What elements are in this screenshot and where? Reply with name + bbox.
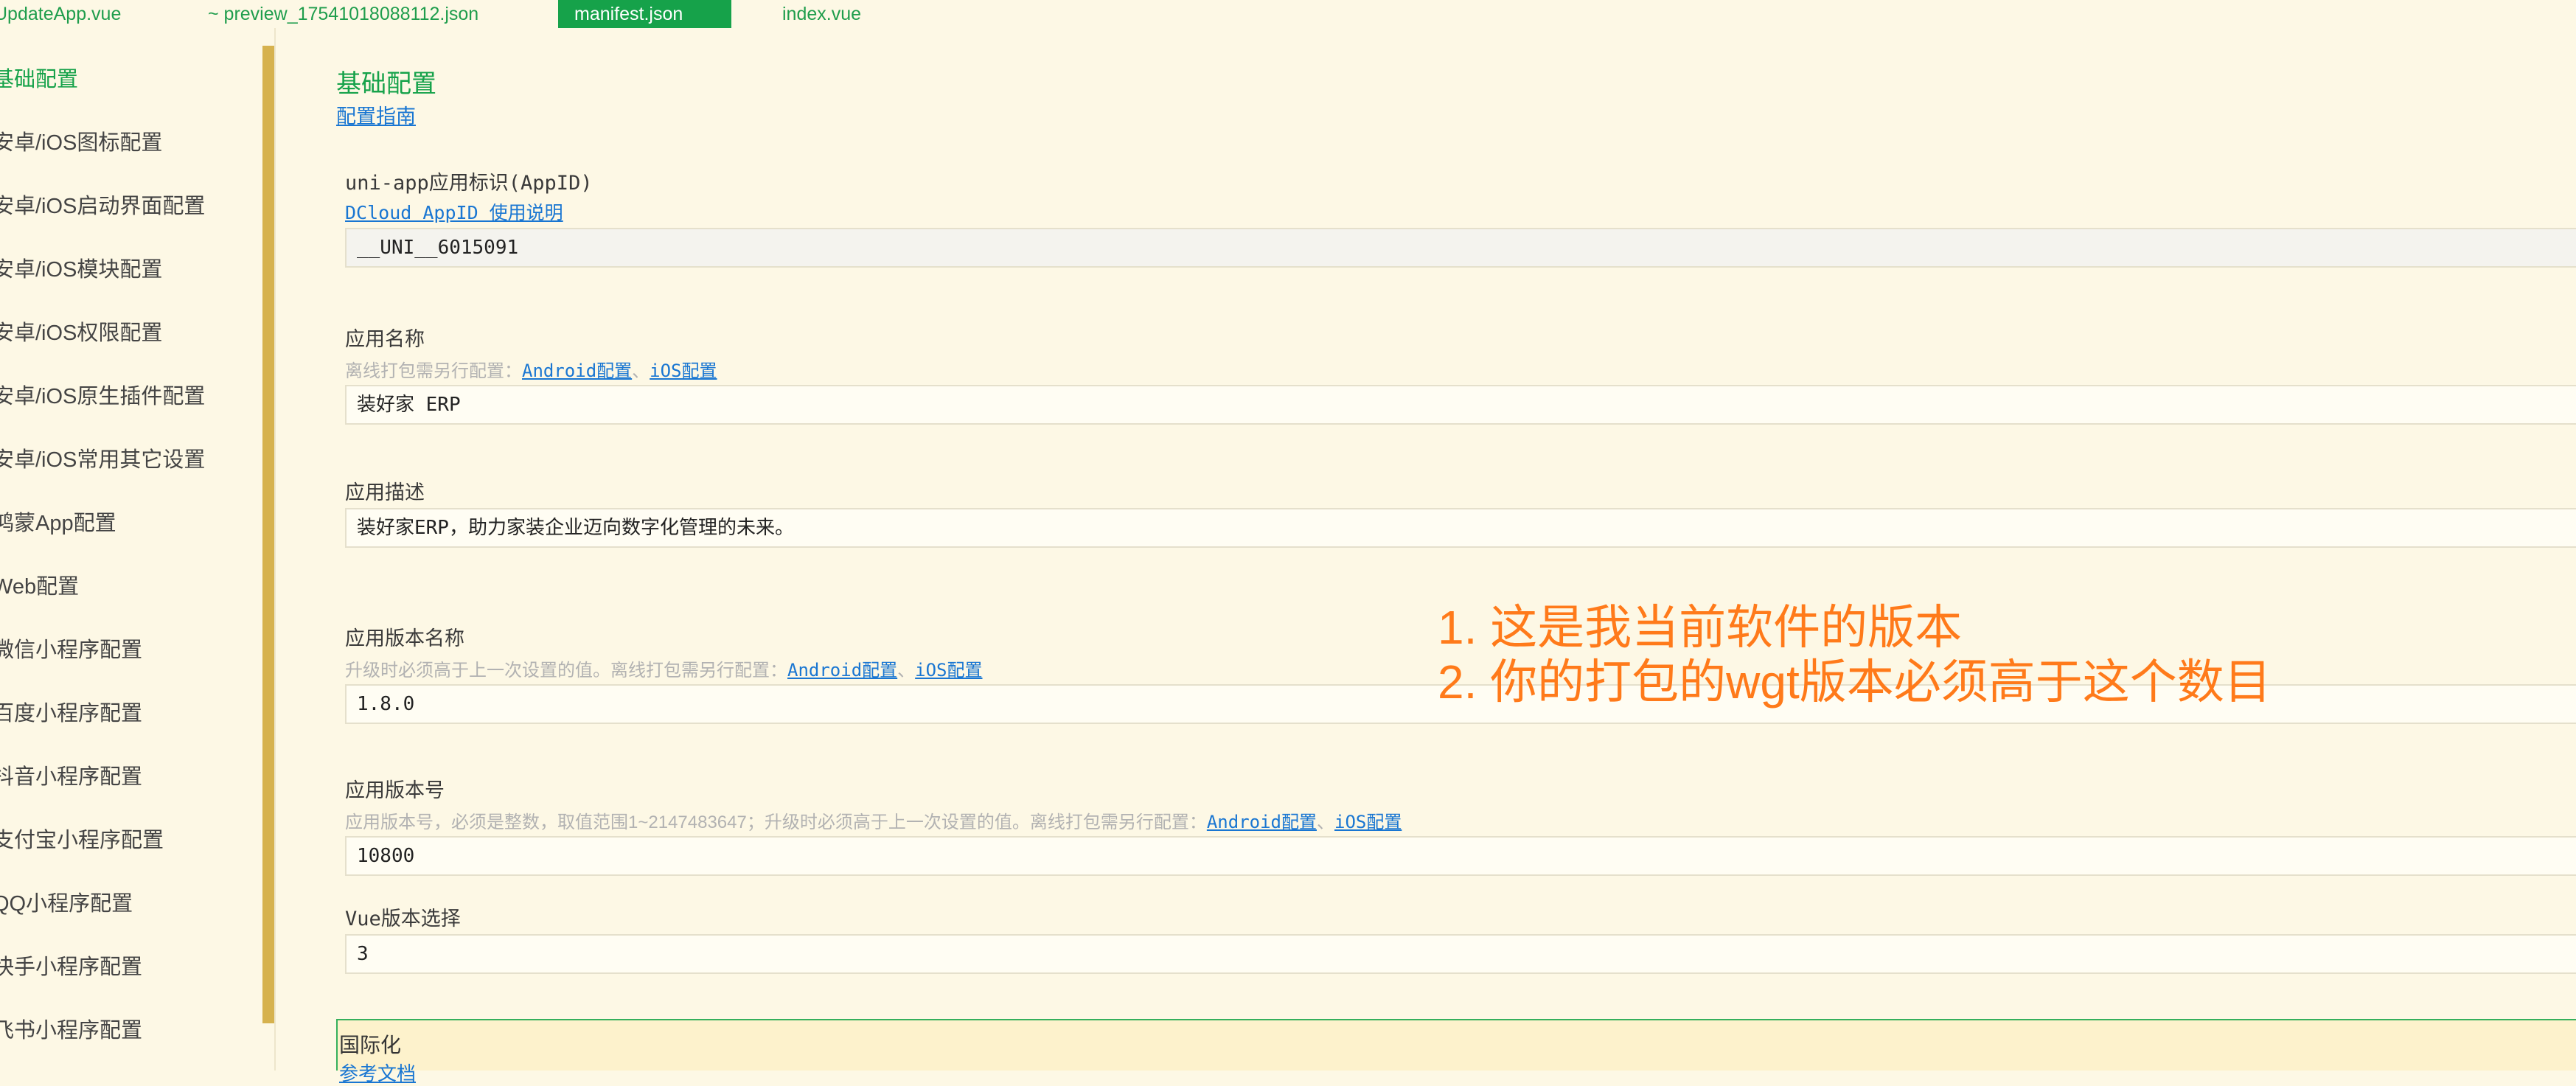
tab-index-vue[interactable]: index.vue <box>782 0 861 28</box>
app-desc-field: 应用描述 装好家ERP，助力家装企业迈向数字化管理的未来。 <box>345 476 2576 548</box>
main-content: 基础配置 配置指南 uni-app应用标识(AppID) DCloud AppI… <box>336 28 2576 1085</box>
config-sidebar: 基础配置 安卓/iOS图标配置 安卓/iOS启动界面配置 安卓/iOS模块配置 … <box>0 28 262 1071</box>
sidebar-item-douyin[interactable]: 抖音小程序配置 <box>0 759 142 790</box>
sidebar-item-feishu[interactable]: 飞书小程序配置 <box>0 1013 142 1044</box>
i18n-doc-link[interactable]: 参考文档 <box>339 1059 416 1086</box>
vue-version-label: Vue版本选择 <box>345 908 461 930</box>
version-code-android-link[interactable]: Android配置 <box>1207 812 1317 832</box>
app-name-sep: 、 <box>632 361 650 381</box>
sidebar-item-permissions[interactable]: 安卓/iOS权限配置 <box>0 316 162 347</box>
sidebar-item-harmony[interactable]: 鸿蒙App配置 <box>0 506 116 537</box>
version-code-input[interactable]: 10800 <box>345 836 2576 876</box>
page-title: 基础配置 <box>336 70 436 98</box>
version-code-label: 应用版本号 <box>345 779 445 802</box>
sidebar-item-kuaishou[interactable]: 快手小程序配置 <box>0 950 142 981</box>
version-code-sep: 、 <box>1317 812 1334 832</box>
sidebar-item-web[interactable]: Web配置 <box>0 569 79 600</box>
vue-version-field: Vue版本选择 3 <box>345 902 2576 974</box>
sidebar-scrollbar[interactable] <box>262 46 274 1023</box>
version-code-ios-link[interactable]: iOS配置 <box>1334 812 1402 832</box>
sidebar-item-baidu[interactable]: 百度小程序配置 <box>0 696 142 727</box>
sidebar-item-icon[interactable]: 安卓/iOS图标配置 <box>0 125 162 156</box>
appid-help-link[interactable]: DCloud AppID 使用说明 <box>345 198 2576 225</box>
sidebar-item-modules[interactable]: 安卓/iOS模块配置 <box>0 252 162 283</box>
tab-updateapp-vue[interactable]: UpdateApp.vue <box>0 0 121 28</box>
i18n-section: 国际化 参考文档 <box>336 1019 2576 1085</box>
app-name-field: 应用名称 离线打包需另行配置：Android配置、iOS配置 装好家 ERP <box>345 323 2576 425</box>
i18n-title: 国际化 <box>339 1034 402 1057</box>
version-name-ios-link[interactable]: iOS配置 <box>915 660 982 681</box>
sidebar-item-splash[interactable]: 安卓/iOS启动界面配置 <box>0 189 205 220</box>
app-name-desc: 离线打包需另行配置：Android配置、iOS配置 <box>345 356 2576 382</box>
version-name-android-link[interactable]: Android配置 <box>787 660 897 681</box>
sidebar-item-native-plugins[interactable]: 安卓/iOS原生插件配置 <box>0 379 205 410</box>
editor-tab-bar: UpdateApp.vue ~ preview_17541018088112.j… <box>0 0 2576 28</box>
app-name-ios-link[interactable]: iOS配置 <box>650 361 717 381</box>
sidebar-item-weixin[interactable]: 微信小程序配置 <box>0 633 142 664</box>
version-name-sep: 、 <box>897 661 916 681</box>
config-guide-link[interactable]: 配置指南 <box>336 100 416 129</box>
version-code-desc: 应用版本号，必须是整数，取值范围1~2147483647；升级时必须高于上一次设… <box>345 807 2576 833</box>
vue-version-select[interactable]: 3 <box>345 934 2576 974</box>
sidebar-item-other-settings[interactable]: 安卓/iOS常用其它设置 <box>0 442 205 473</box>
sidebar-item-basic[interactable]: 基础配置 <box>0 62 78 93</box>
annotation-line-2: 2. 你的打包的wgt版本必须高于这个数目 <box>1438 655 2272 709</box>
app-desc-input[interactable]: 装好家ERP，助力家装企业迈向数字化管理的未来。 <box>345 508 2576 548</box>
app-desc-label: 应用描述 <box>345 481 425 504</box>
app-name-android-link[interactable]: Android配置 <box>522 361 632 381</box>
appid-input[interactable]: __UNI__6015091 <box>345 228 2576 268</box>
sidebar-item-qq[interactable]: QQ小程序配置 <box>0 886 133 917</box>
appid-field: uni-app应用标识(AppID) DCloud AppID 使用说明 __U… <box>345 167 2576 268</box>
app-name-label: 应用名称 <box>345 328 425 351</box>
tab-manifest-json[interactable]: manifest.json <box>558 0 731 28</box>
sidebar-item-alipay[interactable]: 支付宝小程序配置 <box>0 823 164 854</box>
version-code-field: 应用版本号 应用版本号，必须是整数，取值范围1~2147483647；升级时必须… <box>345 774 2576 876</box>
version-name-desc-text: 升级时必须高于上一次设置的值。离线打包需另行配置： <box>345 661 787 681</box>
tab-preview-json[interactable]: ~ preview_17541018088112.json <box>208 0 478 28</box>
version-code-desc-text: 应用版本号，必须是整数，取值范围1~2147483647；升级时必须高于上一次设… <box>345 812 1207 832</box>
app-name-input[interactable]: 装好家 ERP <box>345 385 2576 425</box>
app-name-desc-text: 离线打包需另行配置： <box>345 361 522 381</box>
sidebar-divider <box>274 28 276 1071</box>
appid-label: uni-app应用标识(AppID) <box>345 172 593 195</box>
